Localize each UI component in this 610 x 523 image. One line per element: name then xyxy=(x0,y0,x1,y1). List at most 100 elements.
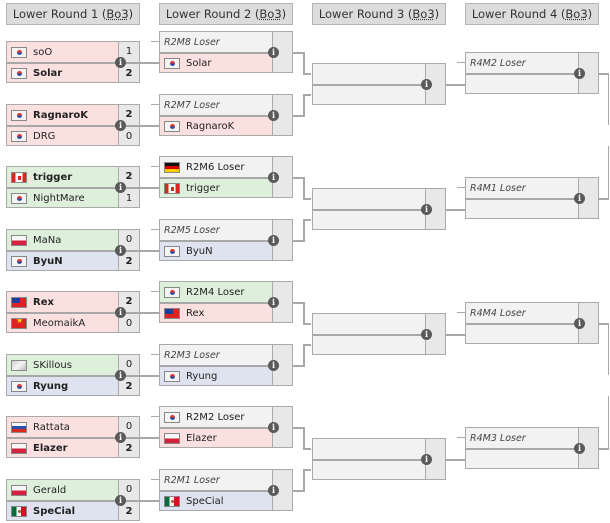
slot-row[interactable]: R2M4 Loser xyxy=(160,282,272,302)
slot-label[interactable]: R2M3 Loser xyxy=(164,350,220,361)
connector-line xyxy=(293,490,303,492)
match-info-icon[interactable]: i xyxy=(421,79,432,90)
slot-row[interactable]: SpeCial xyxy=(160,490,272,510)
match-info-icon[interactable]: i xyxy=(421,204,432,215)
slot-row[interactable] xyxy=(466,323,578,343)
match-info-icon[interactable]: i xyxy=(268,297,279,308)
slot-label[interactable]: R2M4 Loser xyxy=(186,287,244,298)
player-name[interactable]: Rattata xyxy=(33,422,70,433)
slot-row[interactable]: R4M1 Loser xyxy=(466,178,578,198)
slot-label[interactable]: R4M3 Loser xyxy=(470,433,526,444)
match-info-icon[interactable]: i xyxy=(268,172,279,183)
slot-row[interactable]: R2M2 Loser xyxy=(160,407,272,427)
match-info-icon[interactable]: i xyxy=(268,110,279,121)
player-name[interactable]: Elazer xyxy=(33,443,68,454)
player-name[interactable]: trigger xyxy=(186,183,220,194)
slot-row[interactable]: Rex xyxy=(160,302,272,322)
slot-row[interactable] xyxy=(313,334,425,354)
match-info-icon[interactable]: i xyxy=(115,182,126,193)
player-name[interactable]: RagnaroK xyxy=(33,110,88,121)
match-info-icon[interactable]: i xyxy=(115,432,126,443)
slot-label[interactable]: R2M5 Loser xyxy=(164,225,220,236)
match-info-icon[interactable]: i xyxy=(421,329,432,340)
player-name[interactable]: ByuN xyxy=(33,256,63,267)
match-info-icon[interactable]: i xyxy=(574,318,585,329)
incoming-stub xyxy=(151,41,159,42)
slot-row[interactable] xyxy=(466,73,578,93)
player-name[interactable]: Ryung xyxy=(186,371,217,382)
slot-row[interactable] xyxy=(466,448,578,468)
slot-row[interactable]: R2M5 Loser xyxy=(160,220,272,240)
match-info-icon[interactable]: i xyxy=(421,454,432,465)
player-name[interactable]: SpeCial xyxy=(33,506,75,517)
match-info-icon[interactable]: i xyxy=(115,495,126,506)
slot-row[interactable]: Solar xyxy=(160,52,272,72)
slot-label[interactable]: R4M4 Loser xyxy=(470,308,526,319)
match-info-icon[interactable]: i xyxy=(574,193,585,204)
slot-row[interactable] xyxy=(313,314,425,334)
player-name[interactable]: ByuN xyxy=(186,246,213,257)
match-info-icon[interactable]: i xyxy=(574,443,585,454)
slot-row[interactable]: R4M4 Loser xyxy=(466,303,578,323)
slot-row[interactable] xyxy=(313,209,425,229)
player-name[interactable]: Solar xyxy=(186,58,211,69)
player-name-cell: soO xyxy=(7,42,118,62)
player-name[interactable]: RagnaroK xyxy=(186,121,234,132)
slot-row[interactable] xyxy=(466,198,578,218)
player-name[interactable]: Solar xyxy=(33,68,62,79)
slot-row[interactable]: Ryung xyxy=(160,365,272,385)
player-name[interactable]: SpeCial xyxy=(186,496,224,507)
slot-label[interactable]: R2M2 Loser xyxy=(186,412,244,423)
slot-row[interactable]: Elazer xyxy=(160,427,272,447)
flag-ca-icon xyxy=(164,182,180,194)
slot-row[interactable] xyxy=(313,84,425,104)
slot-row[interactable]: RagnaroK xyxy=(160,115,272,135)
match-info-icon[interactable]: i xyxy=(268,47,279,58)
player-name[interactable]: Rex xyxy=(33,297,54,308)
slot-row[interactable] xyxy=(313,439,425,459)
connector-line xyxy=(608,323,609,375)
match-info-icon[interactable]: i xyxy=(574,68,585,79)
slot-row[interactable]: R4M2 Loser xyxy=(466,53,578,73)
player-name[interactable]: NightMare xyxy=(33,193,85,204)
slot-row[interactable]: R2M8 Loser xyxy=(160,32,272,52)
slot-row[interactable]: R2M6 Loser xyxy=(160,157,272,177)
slot-label[interactable]: R2M6 Loser xyxy=(186,162,244,173)
slot-label[interactable]: R2M8 Loser xyxy=(164,37,220,48)
player-name[interactable]: Gerald xyxy=(33,485,66,496)
slot-row[interactable] xyxy=(313,189,425,209)
match-info-icon[interactable]: i xyxy=(115,120,126,131)
player-name[interactable]: Rex xyxy=(186,308,204,319)
player-name[interactable]: SKillous xyxy=(33,360,72,371)
slot-label[interactable]: R2M1 Loser xyxy=(164,475,220,486)
player-name[interactable]: Elazer xyxy=(186,433,217,444)
slot-name-cell: SpeCial xyxy=(160,492,272,510)
match-info-icon[interactable]: i xyxy=(115,245,126,256)
player-name[interactable]: MeomaikA xyxy=(33,318,85,329)
match-info-icon[interactable]: i xyxy=(115,57,126,68)
player-name[interactable]: Ryung xyxy=(33,381,68,392)
player-name[interactable]: trigger xyxy=(33,172,72,183)
player-name[interactable]: MaNa xyxy=(33,235,61,246)
slot-row[interactable]: ByuN xyxy=(160,240,272,260)
slot-row[interactable]: R2M1 Loser xyxy=(160,470,272,490)
match-info-icon[interactable]: i xyxy=(268,360,279,371)
slot-label[interactable]: R2M7 Loser xyxy=(164,100,220,111)
match-info-icon[interactable]: i xyxy=(115,307,126,318)
slot-label[interactable]: R4M2 Loser xyxy=(470,58,526,69)
slot-row[interactable]: R2M7 Loser xyxy=(160,95,272,115)
match-info-icon[interactable]: i xyxy=(115,370,126,381)
match-info-icon[interactable]: i xyxy=(268,235,279,246)
slot-row[interactable]: R2M3 Loser xyxy=(160,345,272,365)
player-name[interactable]: DRG xyxy=(33,131,55,142)
slot-row[interactable]: trigger xyxy=(160,177,272,197)
player-name[interactable]: soO xyxy=(33,47,52,58)
slot-row[interactable] xyxy=(313,459,425,479)
round-header-suffix: ) xyxy=(128,7,134,21)
match-info-icon[interactable]: i xyxy=(268,422,279,433)
player-name-cell: ByuN xyxy=(7,252,118,270)
slot-row[interactable]: R4M3 Loser xyxy=(466,428,578,448)
slot-label[interactable]: R4M1 Loser xyxy=(470,183,526,194)
slot-row[interactable] xyxy=(313,64,425,84)
match-info-icon[interactable]: i xyxy=(268,485,279,496)
